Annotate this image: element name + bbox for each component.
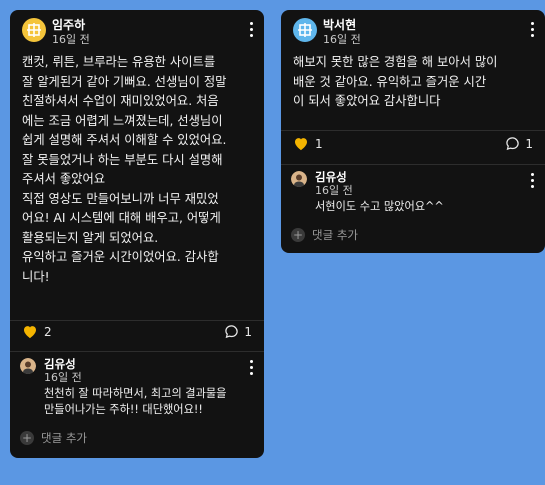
post-header: 박서현 16일 전 (293, 16, 537, 50)
comment-button[interactable]: 1 (505, 136, 533, 151)
more-vert-icon[interactable] (527, 169, 537, 191)
avatar (291, 171, 307, 187)
post-card-2: 박서현 16일 전 해보지 못한 많은 경험을 해 보아서 많이 배운 것 같아… (281, 10, 545, 253)
comment-icon (225, 325, 239, 339)
reply-text: 서현이도 수고 많았어요^^ (315, 200, 444, 213)
heart-icon (24, 326, 36, 339)
like-button[interactable]: 2 (22, 324, 52, 339)
comment-button[interactable]: 1 (224, 324, 252, 339)
plus-icon: + (291, 228, 305, 242)
more-vert-icon[interactable] (527, 18, 537, 40)
divider (10, 320, 264, 321)
reaction-row: 1 1 (293, 136, 533, 158)
heart-icon (295, 138, 307, 151)
divider (281, 130, 545, 131)
like-button[interactable]: 1 (293, 136, 323, 151)
post-body: 해보지 못한 많은 경험을 해 보아서 많이 배운 것 같아요. 유익하고 즐거… (293, 55, 498, 108)
reply-item: 김유성 16일 전 서현이도 수고 많았어요^^ (291, 169, 537, 217)
avatar (22, 18, 46, 42)
reaction-row: 2 1 (22, 324, 252, 346)
reply-text: 천천히 잘 따라하면서, 최고의 결과물을 만들어나가는 주하!! 대단했어요!… (44, 387, 227, 416)
post-time: 16일 전 (52, 33, 90, 46)
like-count: 2 (44, 324, 52, 339)
avatar (293, 18, 317, 42)
add-comment-label: 댓글 추가 (312, 228, 358, 242)
add-comment-label: 댓글 추가 (41, 431, 87, 445)
avatar (20, 358, 36, 374)
like-count: 1 (315, 136, 323, 151)
post-header: 임주하 16일 전 (22, 16, 256, 50)
reply-time: 16일 전 (44, 371, 82, 384)
divider (281, 164, 545, 165)
add-comment-button[interactable]: + 댓글 추가 (20, 430, 87, 446)
avatar-pattern-icon (298, 23, 312, 37)
post-card-1: 임주하 16일 전 캔컷, 뤼튼, 브루라는 유용한 사이트를 잘 알게된거 같… (10, 10, 264, 458)
reply-item: 김유성 16일 전 천천히 잘 따라하면서, 최고의 결과물을 만들어나가는 주… (20, 356, 256, 420)
post-time: 16일 전 (323, 33, 361, 46)
avatar-pattern-icon (27, 23, 41, 37)
divider (10, 351, 264, 352)
comment-count: 1 (244, 324, 252, 339)
more-vert-icon[interactable] (246, 18, 256, 40)
reply-time: 16일 전 (315, 184, 353, 197)
more-vert-icon[interactable] (246, 356, 256, 378)
add-comment-button[interactable]: + 댓글 추가 (291, 227, 358, 243)
comment-count: 1 (525, 136, 533, 151)
post-body: 캔컷, 뤼튼, 브루라는 유용한 사이트를 잘 알게된거 같아 기뻐요. 선생님… (22, 55, 227, 284)
plus-icon: + (20, 431, 34, 445)
comment-icon (506, 137, 520, 151)
